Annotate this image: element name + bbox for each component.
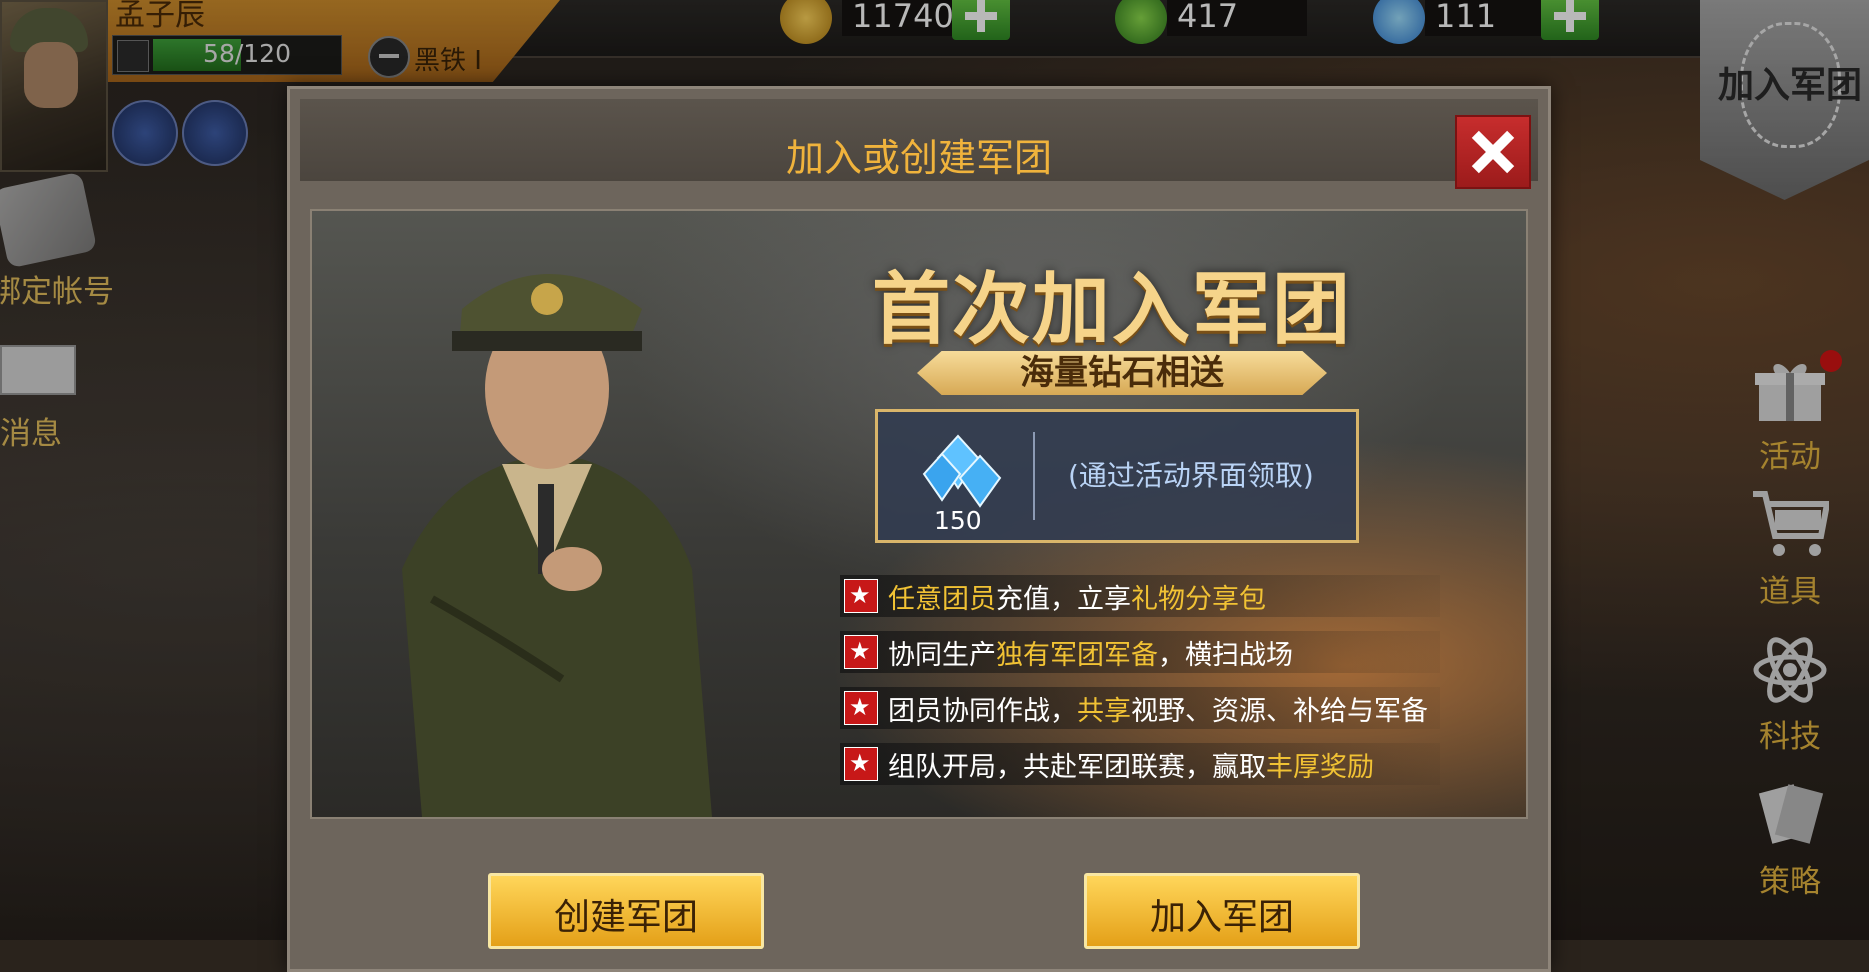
- sub-headline: 海量钻石相送: [1020, 353, 1224, 393]
- star-icon: [844, 747, 878, 781]
- legion-dialog: 加入或创建军团 首次加入军团 海量钻石相送 150 (通过活动界面领取) ★ 任…: [287, 86, 1551, 972]
- feature-item: 团员协同作战，共享视野、资源、补给与军备: [840, 687, 1440, 729]
- reward-amount: 150: [934, 506, 982, 535]
- feature-item: 协同生产独有军团军备，横扫战场: [840, 631, 1440, 673]
- dialog-title: 加入或创建军团: [785, 136, 1052, 180]
- headline: 首次加入军团: [871, 265, 1352, 355]
- star-icon: [844, 579, 878, 613]
- join-legion-button[interactable]: 加入军团: [1084, 873, 1360, 949]
- feature-item: 任意团员充值，立享礼物分享包: [840, 575, 1440, 617]
- diamond-pile-icon: [922, 434, 1002, 508]
- close-button[interactable]: [1455, 115, 1531, 189]
- reward-note: (通过活动界面领取): [1068, 459, 1314, 492]
- officer-illustration: [402, 274, 712, 817]
- reward-box: 150 (通过活动界面领取): [875, 409, 1359, 543]
- create-legion-button[interactable]: 创建军团: [488, 873, 764, 949]
- promo-banner: 首次加入军团 海量钻石相送 150 (通过活动界面领取) 任意团员充值，立享礼物…: [310, 209, 1528, 819]
- sub-headline-ribbon: 海量钻石相送: [917, 351, 1327, 395]
- feature-item: 组队开局，共赴军团联赛，赢取丰厚奖励: [840, 743, 1440, 785]
- star-icon: [844, 691, 878, 725]
- star-icon: [844, 635, 878, 669]
